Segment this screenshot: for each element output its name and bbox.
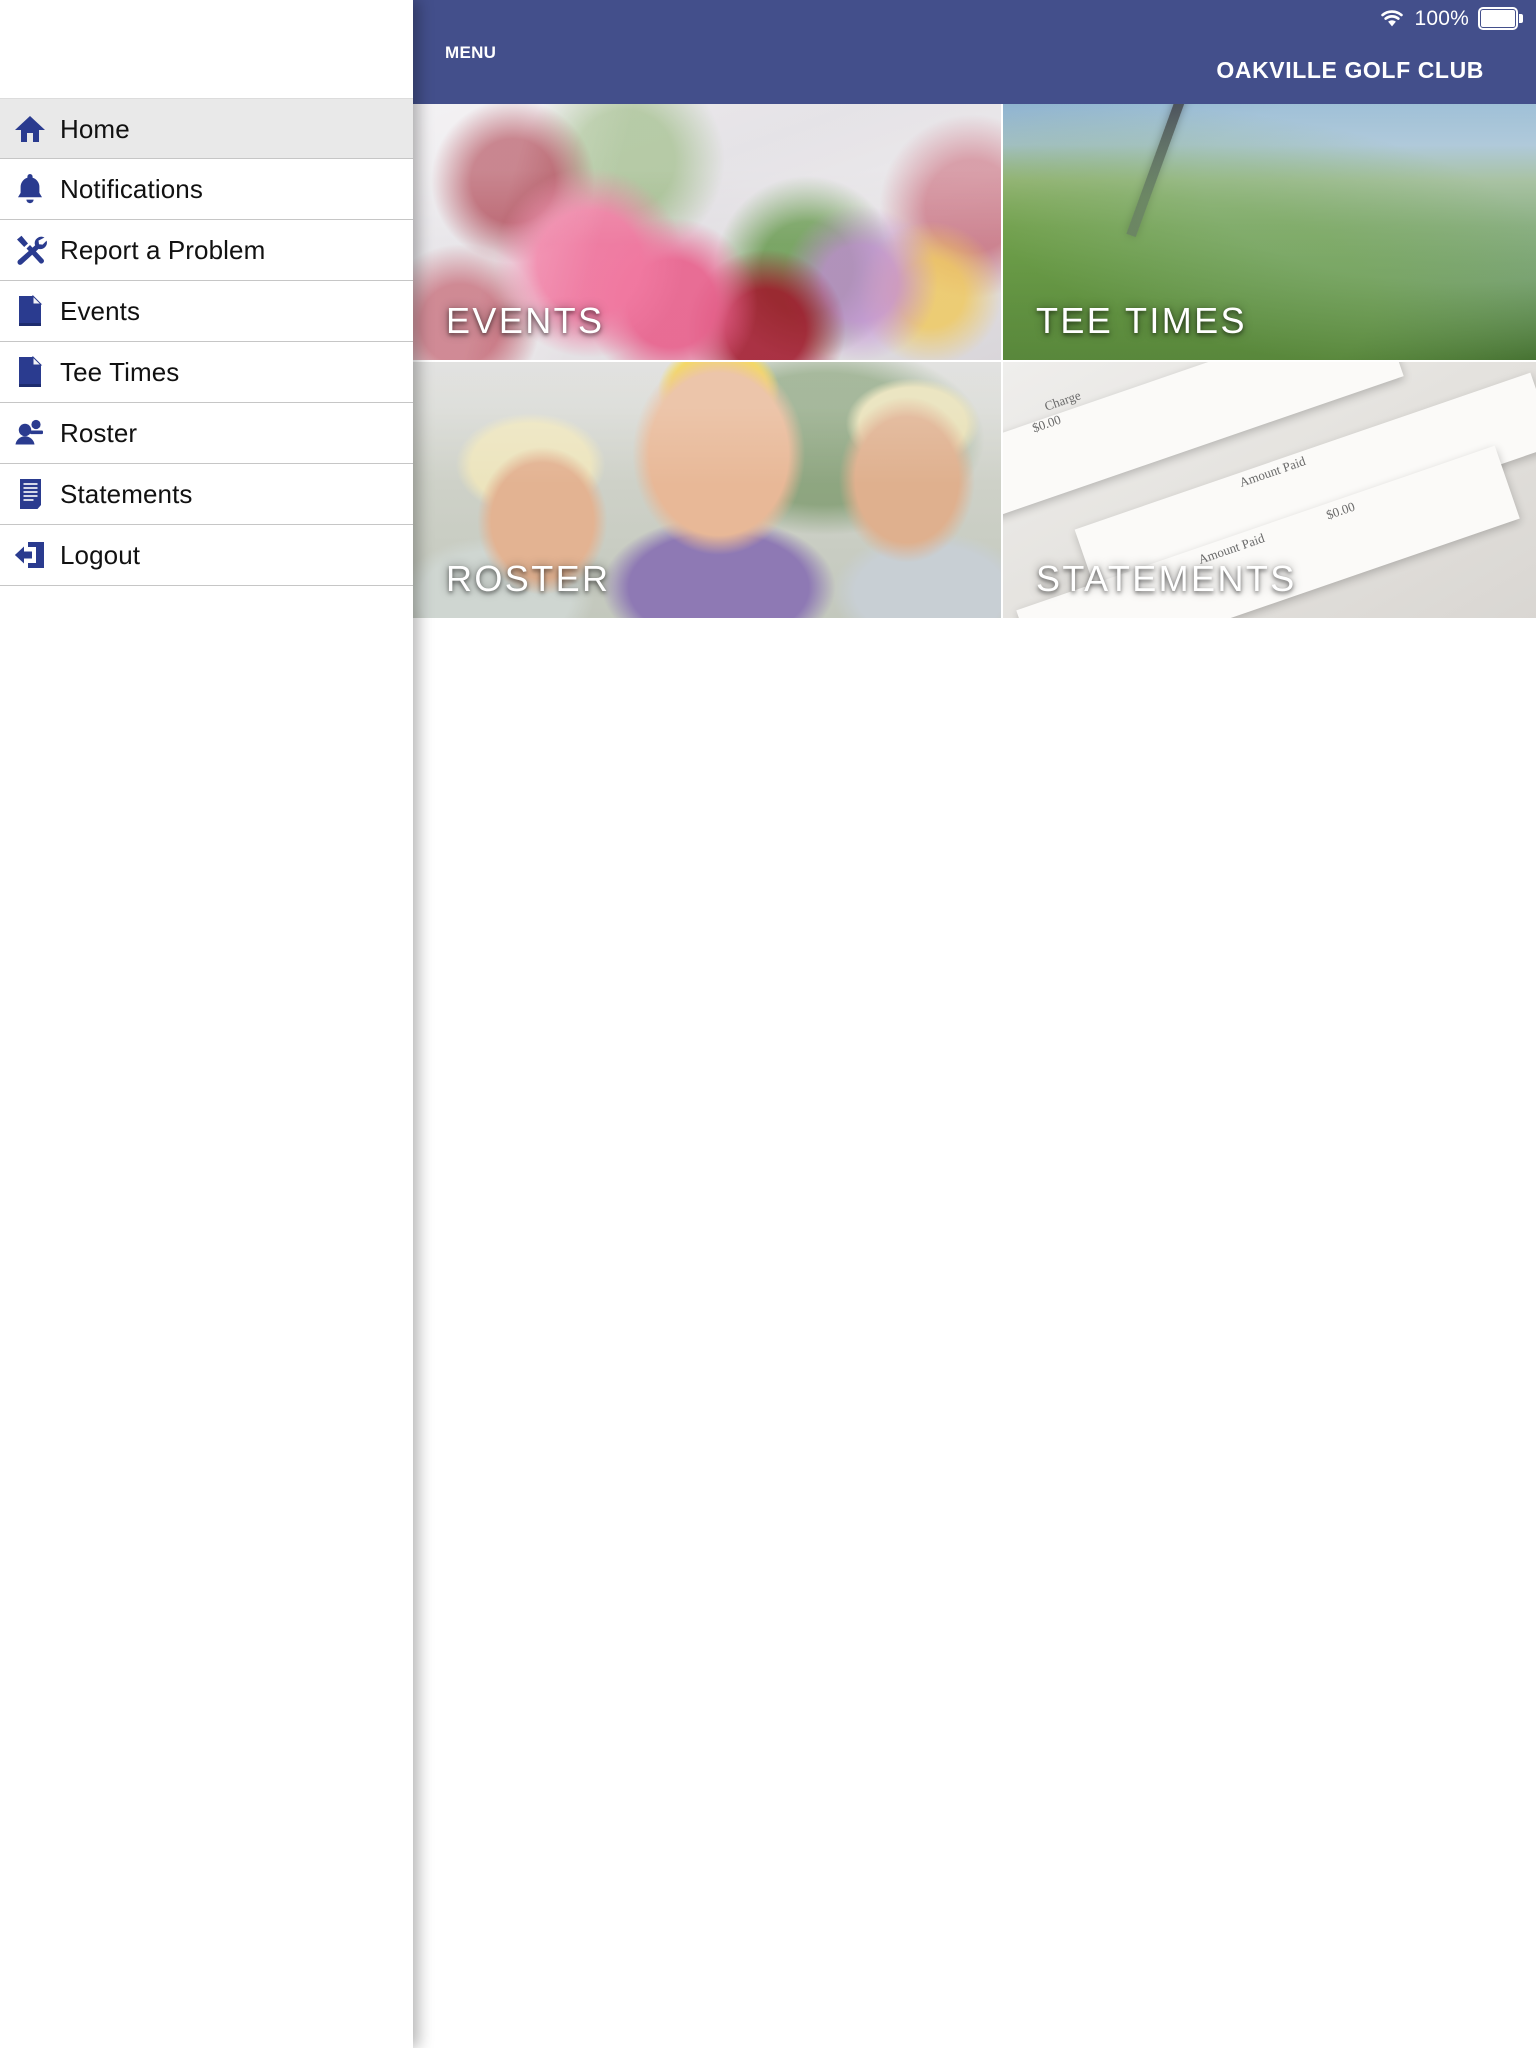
tile-label-tee-times: TEE TIMES — [1036, 300, 1247, 341]
sidebar-item-logout[interactable]: Logout — [0, 525, 413, 586]
tile-roster[interactable]: ROSTER — [413, 362, 1003, 620]
tile-label-statements: STATEMENTS — [1036, 558, 1297, 599]
tile-events[interactable]: EVENTS — [413, 104, 1003, 362]
sidebar-item-report-a-problem[interactable]: Report a Problem — [0, 220, 413, 281]
document-icon — [0, 295, 60, 327]
bell-icon — [0, 173, 60, 205]
battery-full-icon — [1478, 6, 1523, 30]
sidebar-item-tee-times[interactable]: Tee Times — [0, 342, 413, 403]
sidebar-item-label: Statements — [60, 479, 193, 509]
sidebar-item-label: Report a Problem — [60, 235, 266, 265]
battery-percent-label: 100% — [1414, 6, 1469, 30]
sidebar-item-label: Tee Times — [60, 357, 180, 387]
hamburger-menu-button[interactable]: MENU — [445, 40, 505, 104]
status-bar: 100% — [413, 0, 1536, 36]
logout-icon — [0, 540, 60, 570]
tile-label-events: EVENTS — [446, 300, 605, 341]
nav-list: Home Notifications Report a Problem Even… — [0, 98, 413, 586]
sidebar-item-events[interactable]: Events — [0, 281, 413, 342]
app-content-panel: 100% MENU OAKVILLE GOLF CLUB EVENTS TEE … — [413, 0, 1536, 2048]
navigation-drawer: Home Notifications Report a Problem Even… — [0, 0, 413, 2048]
tile-tee-times[interactable]: TEE TIMES — [1003, 104, 1536, 362]
app-title: OAKVILLE GOLF CLUB — [1216, 56, 1484, 83]
people-icon — [0, 419, 60, 447]
sidebar-item-label: Notifications — [60, 174, 203, 204]
app-bar: MENU OAKVILLE GOLF CLUB — [413, 36, 1536, 104]
wifi-icon — [1379, 8, 1405, 28]
sidebar-item-notifications[interactable]: Notifications — [0, 159, 413, 220]
tools-icon — [0, 235, 60, 266]
home-icon — [0, 114, 60, 144]
home-tile-grid: EVENTS TEE TIMES ROSTER Charge $0.00 Amo… — [413, 104, 1536, 620]
menu-button-label: MENU — [445, 43, 497, 62]
receipt-icon — [0, 478, 60, 510]
sidebar-item-label: Home — [60, 113, 130, 144]
sidebar-item-home[interactable]: Home — [0, 98, 413, 159]
sidebar-item-statements[interactable]: Statements — [0, 464, 413, 525]
tile-label-roster: ROSTER — [446, 558, 611, 599]
sidebar-item-label: Roster — [60, 418, 138, 448]
sidebar-item-roster[interactable]: Roster — [0, 403, 413, 464]
tile-statements[interactable]: Charge $0.00 Amount Paid $0.00 Amount Pa… — [1003, 362, 1536, 620]
sidebar-item-label: Logout — [60, 540, 141, 570]
document-icon — [0, 356, 60, 388]
sidebar-item-label: Events — [60, 296, 141, 326]
